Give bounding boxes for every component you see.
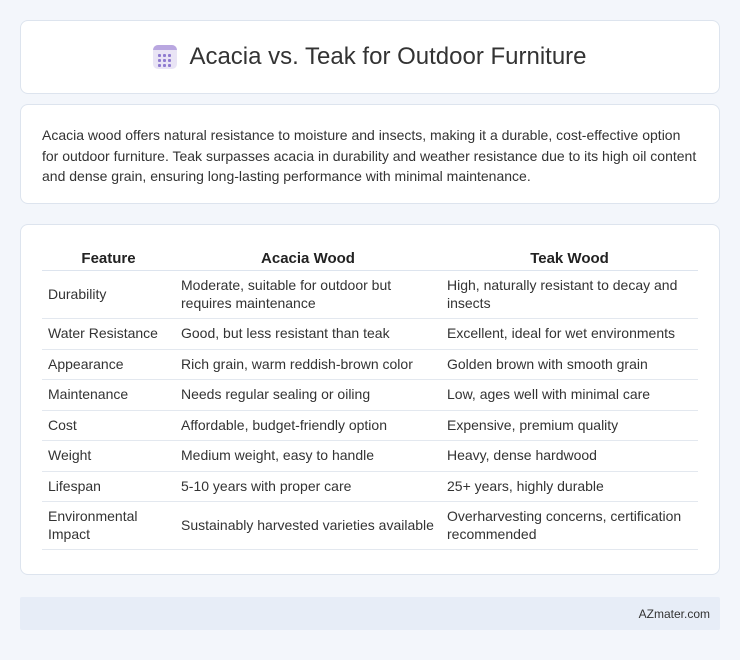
header-teak: Teak Wood [441, 245, 698, 271]
teak-cell: Low, ages well with minimal care [441, 379, 698, 411]
feature-cell: Durability [42, 270, 175, 319]
teak-cell: Excellent, ideal for wet environments [441, 318, 698, 350]
table-row: Water Resistance Good, but less resistan… [42, 318, 698, 350]
comparison-card: Feature Acacia Wood Teak Wood Durability… [20, 224, 720, 575]
feature-cell: Weight [42, 440, 175, 472]
table-row: Weight Medium weight, easy to handle Hea… [42, 440, 698, 472]
feature-cell: Lifespan [42, 471, 175, 502]
page-title: Acacia vs. Teak for Outdoor Furniture [189, 43, 587, 70]
acacia-cell: 5-10 years with proper care [175, 471, 441, 502]
title-card: Acacia vs. Teak for Outdoor Furniture [20, 20, 720, 94]
intro-text: Acacia wood offers natural resistance to… [42, 127, 697, 184]
teak-cell: High, naturally resistant to decay and i… [441, 270, 698, 319]
header-feature: Feature [42, 245, 175, 271]
acacia-cell: Sustainably harvested varieties availabl… [175, 501, 441, 550]
table-header-row: Feature Acacia Wood Teak Wood [42, 245, 698, 271]
feature-cell: Water Resistance [42, 318, 175, 350]
feature-cell: Appearance [42, 349, 175, 380]
acacia-cell: Medium weight, easy to handle [175, 440, 441, 472]
table-row: Environmental Impact Sustainably harvest… [42, 501, 698, 550]
calculator-icon [153, 45, 178, 69]
footer: AZmater.com [20, 597, 720, 630]
acacia-cell: Rich grain, warm reddish-brown color [175, 349, 441, 380]
teak-cell: Overharvesting concerns, certification r… [441, 501, 698, 550]
comparison-table: Feature Acacia Wood Teak Wood Durability… [42, 245, 698, 550]
feature-cell: Maintenance [42, 379, 175, 411]
teak-cell: Expensive, premium quality [441, 410, 698, 441]
header-acacia: Acacia Wood [175, 245, 441, 271]
acacia-cell: Affordable, budget-friendly option [175, 410, 441, 441]
table-row: Appearance Rich grain, warm reddish-brow… [42, 349, 698, 380]
acacia-cell: Moderate, suitable for outdoor but requi… [175, 270, 441, 319]
acacia-cell: Needs regular sealing or oiling [175, 379, 441, 411]
table-row: Lifespan 5-10 years with proper care 25+… [42, 471, 698, 502]
feature-cell: Cost [42, 410, 175, 441]
teak-cell: Golden brown with smooth grain [441, 349, 698, 380]
footer-site-label: AZmater.com [638, 606, 710, 621]
teak-cell: Heavy, dense hardwood [441, 440, 698, 472]
table-row: Durability Moderate, suitable for outdoo… [42, 270, 698, 319]
table-row: Cost Affordable, budget-friendly option … [42, 410, 698, 441]
table-row: Maintenance Needs regular sealing or oil… [42, 379, 698, 411]
intro-card: Acacia wood offers natural resistance to… [20, 104, 720, 204]
feature-cell: Environmental Impact [42, 501, 175, 550]
teak-cell: 25+ years, highly durable [441, 471, 698, 502]
acacia-cell: Good, but less resistant than teak [175, 318, 441, 350]
